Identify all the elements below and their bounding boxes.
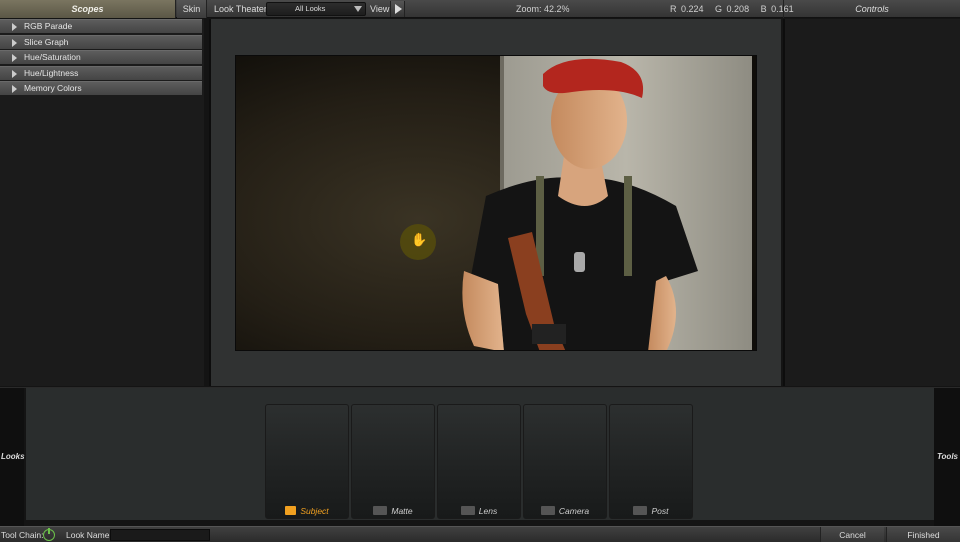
chevron-down-icon: [354, 6, 362, 12]
image-viewer[interactable]: ✋: [209, 19, 781, 386]
tool-chain-area: Looks Subject Matte Lens Camera Post Too…: [0, 387, 960, 526]
hand-cursor-icon: ✋: [411, 232, 428, 247]
disclosure-triangle-icon: [12, 23, 17, 31]
scope-item-label: RGB Parade: [24, 21, 73, 31]
view-label: View: [370, 4, 390, 14]
scope-item-rgb-parade[interactable]: RGB Parade: [0, 19, 202, 33]
play-icon: [395, 4, 402, 14]
scope-item-hue-lightness[interactable]: Hue/Lightness: [0, 65, 202, 80]
top-toolbar: Scopes Skin Look Theater All Looks View …: [0, 0, 960, 18]
green-value: G 0.208: [715, 4, 750, 14]
looks-side-label: Looks: [1, 452, 25, 461]
camera-icon: [540, 506, 555, 515]
tool-chain-label: Tool Chain:: [1, 530, 44, 540]
matte-camera-icon: [373, 506, 388, 515]
zoom-readout: Zoom: 42.2%: [516, 0, 570, 18]
status-bar: Tool Chain: Look Name: Cancel Finished: [0, 526, 960, 542]
look-name-input[interactable]: [110, 529, 210, 541]
disclosure-triangle-icon: [12, 69, 17, 78]
scope-item-label: Hue/Lightness: [24, 67, 79, 78]
looks-filter-select[interactable]: All Looks: [266, 2, 366, 16]
scope-item-hue-saturation[interactable]: Hue/Saturation: [0, 50, 202, 65]
tool-card-label: Subject: [300, 506, 329, 516]
disclosure-triangle-icon: [12, 85, 17, 94]
pixel-color-readout: R 0.224 G 0.208 B 0.161: [670, 0, 801, 18]
tab-skin[interactable]: Skin: [177, 0, 207, 18]
controls-panel: [783, 19, 960, 386]
zoom-value: 42.2%: [544, 4, 570, 14]
looks-select-value: All Looks: [295, 4, 326, 13]
zoom-label: Zoom:: [516, 4, 542, 14]
tab-controls[interactable]: Controls: [783, 0, 960, 18]
tool-card-matte[interactable]: Matte: [351, 404, 435, 519]
tool-chain-strip: Subject Matte Lens Camera Post: [26, 388, 934, 520]
cancel-button[interactable]: Cancel: [820, 527, 884, 542]
preview-image-graphic: [236, 56, 756, 350]
tool-card-label: Camera: [558, 506, 590, 516]
disclosure-triangle-icon: [12, 38, 17, 47]
scope-item-memory-colors[interactable]: Memory Colors: [0, 81, 202, 96]
scope-item-label: Slice Graph: [24, 36, 69, 47]
tools-side-tab[interactable]: Tools: [934, 388, 960, 526]
scope-item-label: Hue/Saturation: [24, 52, 81, 63]
tools-side-label: Tools: [936, 452, 958, 461]
red-value: R 0.224: [670, 4, 704, 14]
subject-icon: [285, 506, 297, 515]
tool-card-label: Matte: [391, 506, 413, 516]
tool-card-camera[interactable]: Camera: [523, 404, 607, 519]
finished-button[interactable]: Finished: [886, 527, 960, 542]
scope-item-label: Memory Colors: [24, 83, 82, 94]
post-icon: [633, 506, 648, 515]
tool-card-lens[interactable]: Lens: [437, 404, 521, 519]
tool-card-label: Post: [651, 506, 669, 516]
looks-side-tab[interactable]: Looks: [0, 388, 25, 526]
scope-item-slice-graph[interactable]: Slice Graph: [0, 34, 202, 49]
play-button[interactable]: [390, 1, 405, 17]
look-name-label: Look Name:: [66, 530, 112, 540]
preview-image[interactable]: [235, 55, 757, 351]
lens-camera-icon: [460, 506, 475, 515]
tool-card-label: Lens: [478, 506, 498, 516]
tool-card-subject[interactable]: Subject: [265, 404, 349, 519]
disclosure-triangle-icon: [12, 54, 17, 63]
look-theater-label: Look Theater: [214, 4, 267, 14]
scopes-panel: RGB Parade Slice Graph Hue/Saturation Hu…: [0, 19, 204, 386]
power-toggle-icon[interactable]: [43, 528, 55, 541]
tool-card-post[interactable]: Post: [609, 404, 693, 519]
tab-scopes[interactable]: Scopes: [0, 0, 176, 18]
